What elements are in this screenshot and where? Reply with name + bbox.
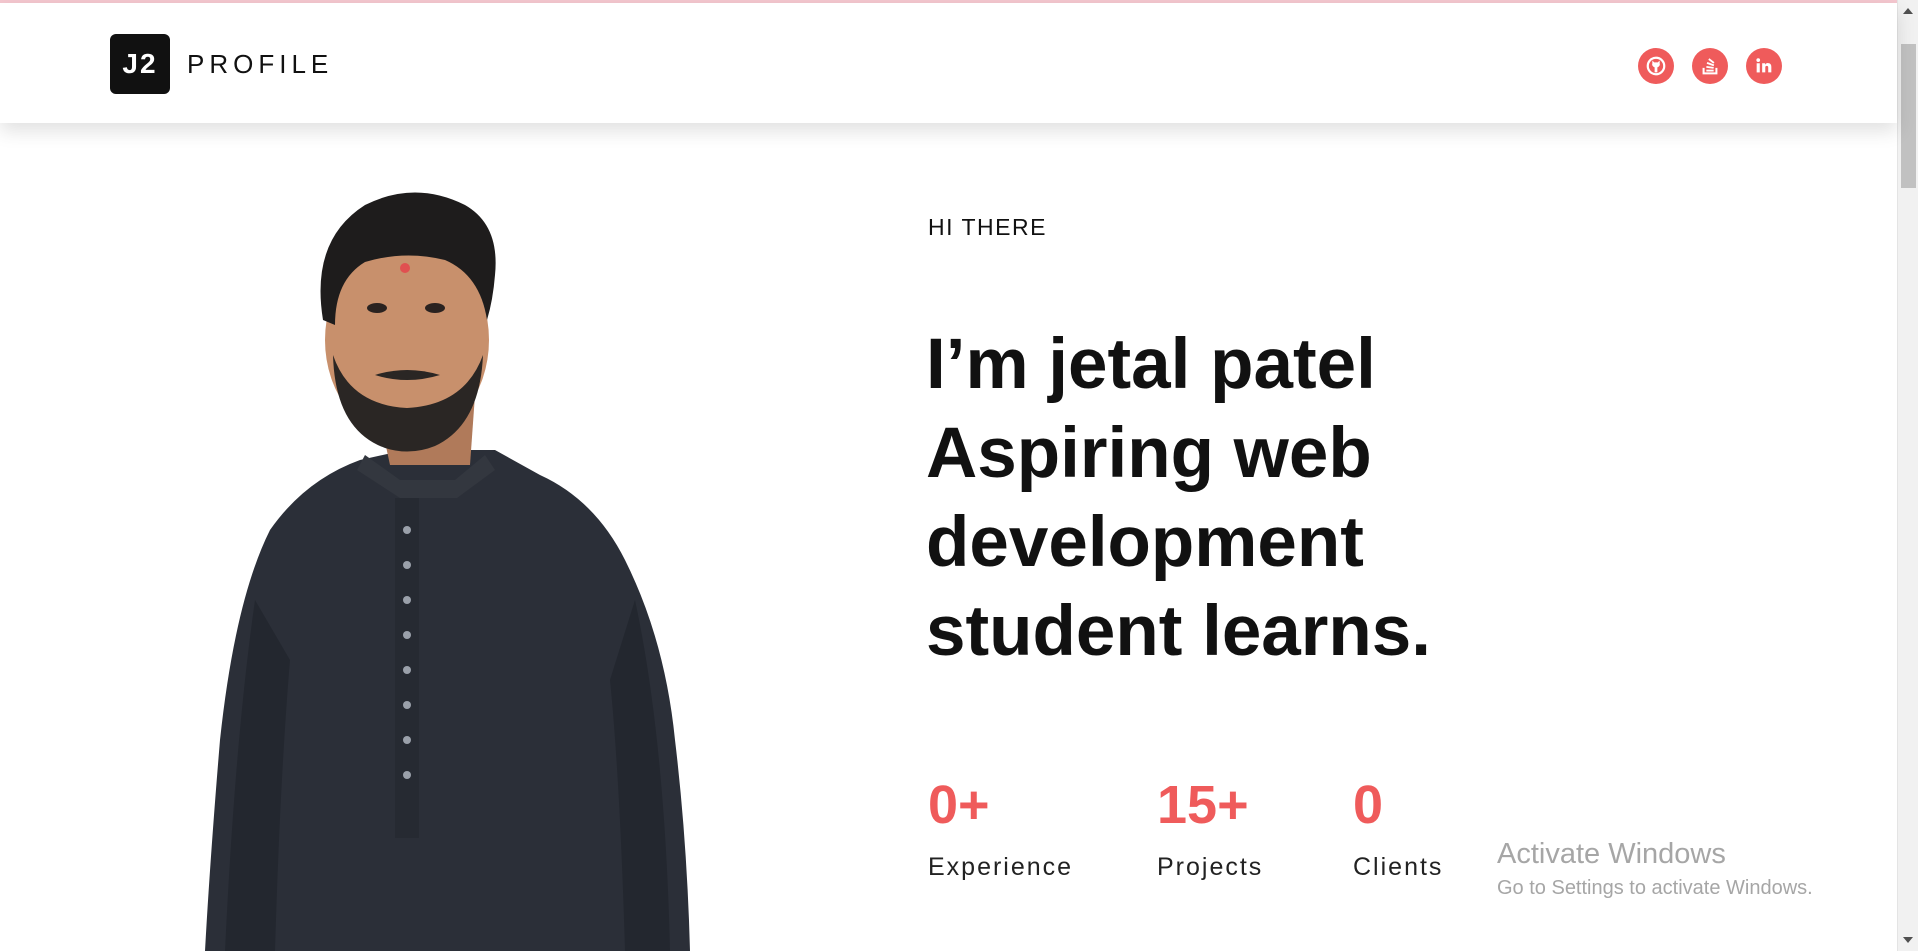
hero-headline: I’m jetal patel Aspiring web development… <box>926 320 1566 676</box>
profile-photo <box>195 180 715 951</box>
headline-line: student learns. <box>926 592 1432 671</box>
site-header: J2 PROFILE <box>0 3 1897 123</box>
linkedin-link[interactable] <box>1746 48 1782 84</box>
watermark-subtitle: Go to Settings to activate Windows. <box>1497 877 1813 899</box>
stat-value: 0+ <box>928 775 990 835</box>
stat-label: Projects <box>1157 853 1264 881</box>
stat-label: Clients <box>1353 853 1444 881</box>
scroll-down-arrow[interactable] <box>1903 937 1913 943</box>
logo-mark[interactable]: J2 <box>110 34 170 94</box>
stat-value: 15+ <box>1157 775 1249 835</box>
headline-line: I’m jetal patel <box>926 325 1376 404</box>
watermark-title: Activate Windows <box>1497 838 1726 870</box>
scroll-up-arrow[interactable] <box>1903 8 1913 14</box>
page-scrollbar[interactable] <box>1897 0 1918 951</box>
headline-line: Aspiring web <box>926 414 1372 493</box>
stat-label: Experience <box>928 853 1074 881</box>
stat-experience: 0+ Experience <box>928 775 1073 882</box>
github-link[interactable] <box>1638 48 1674 84</box>
headline-line: development <box>926 503 1364 582</box>
logo-text[interactable]: PROFILE <box>187 49 333 80</box>
scroll-thumb[interactable] <box>1901 44 1916 188</box>
stack-overflow-icon <box>1699 55 1721 77</box>
hero-eyebrow: HI THERE <box>928 214 1047 240</box>
stack-overflow-link[interactable] <box>1692 48 1728 84</box>
stat-projects: 15+ Projects <box>1157 775 1263 882</box>
stat-clients: 0 Clients <box>1353 775 1443 882</box>
github-icon <box>1645 55 1667 77</box>
windows-activation-watermark: Activate Windows Go to Settings to activ… <box>1497 837 1813 901</box>
stat-value: 0 <box>1353 775 1384 835</box>
linkedin-icon <box>1753 55 1775 77</box>
